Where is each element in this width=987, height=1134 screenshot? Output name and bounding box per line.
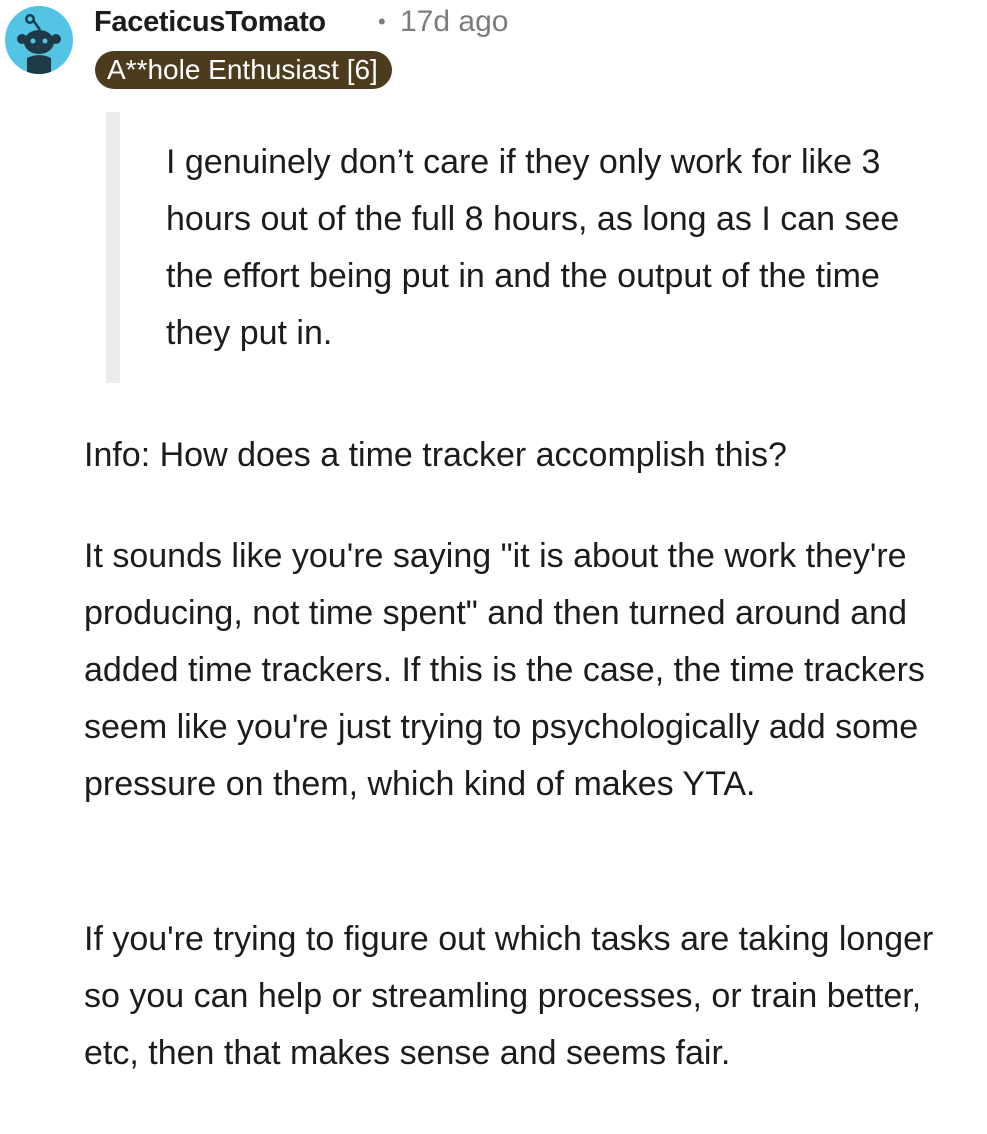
snoo-avatar-icon	[5, 6, 73, 74]
timestamp: 17d ago	[400, 5, 509, 38]
avatar[interactable]	[5, 6, 73, 74]
user-flair-badge: A**hole Enthusiast [6]	[95, 51, 392, 89]
comment-paragraph-2: It sounds like you're saying "it is abou…	[84, 537, 925, 803]
username-link[interactable]: FaceticusTomato	[94, 3, 326, 41]
comment: FaceticusTomato • 17d ago A**hole Enthus…	[0, 0, 987, 1134]
meta-separator: •	[378, 9, 386, 34]
comment-paragraph-3: If you're trying to figure out which tas…	[84, 920, 934, 1072]
blockquote-text: I genuinely don’t care if they only work…	[166, 143, 900, 352]
blockquote-bar	[106, 112, 120, 383]
comment-paragraph-1: Info: How does a time tracker accomplish…	[84, 436, 787, 474]
